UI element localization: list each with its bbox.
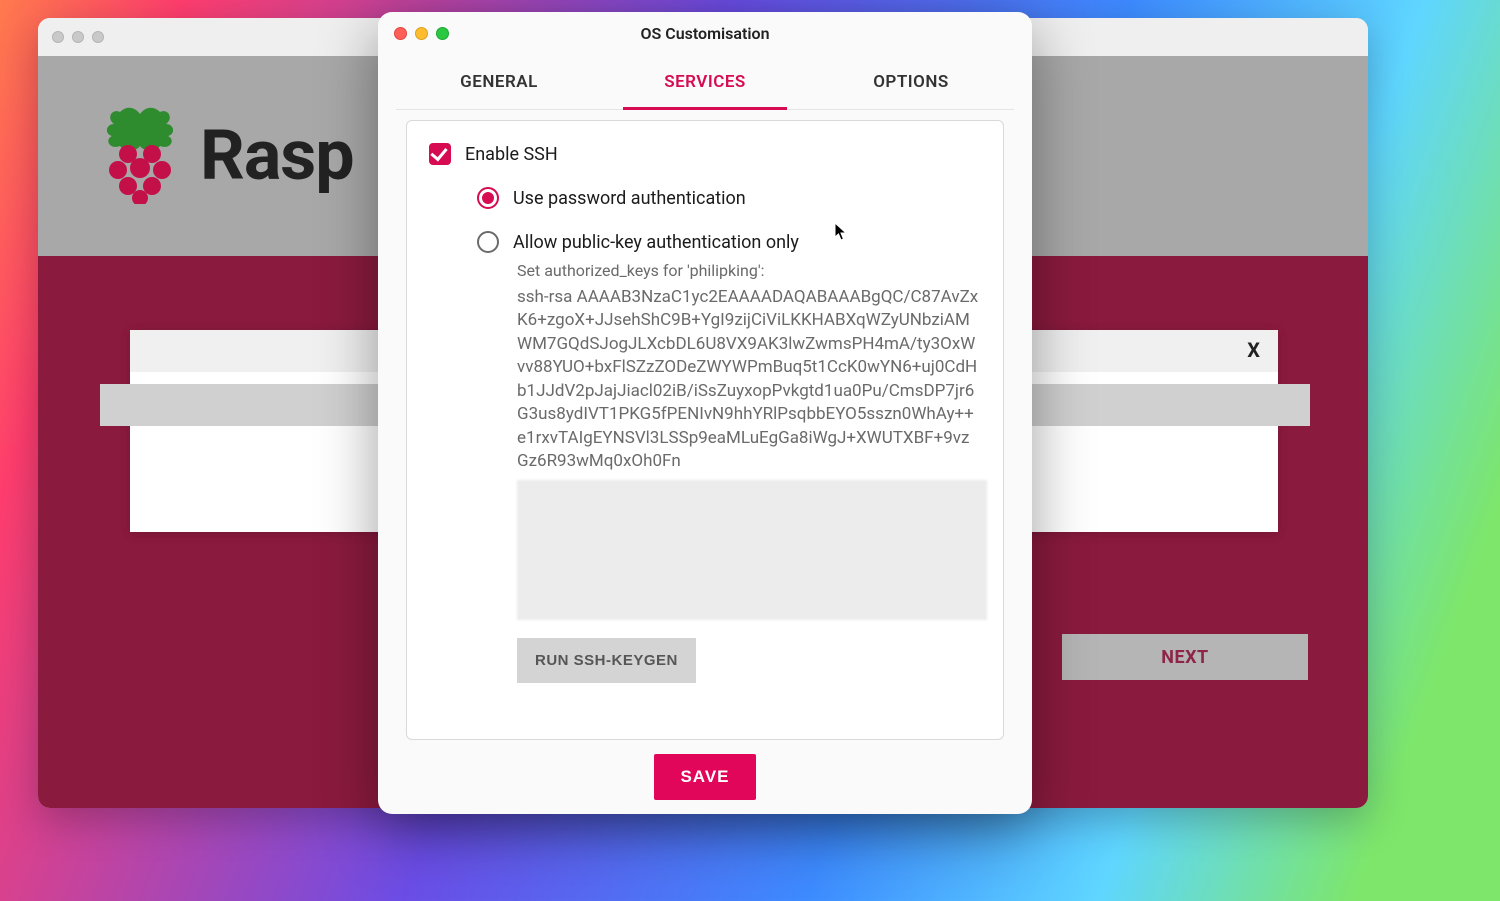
- password-auth-radio[interactable]: [477, 187, 499, 209]
- modal-titlebar: OS Customisation: [378, 12, 1032, 54]
- password-auth-label: Use password authentication: [513, 188, 746, 209]
- authorized-keys-block: Set authorized_keys for 'philipking': ss…: [517, 261, 981, 683]
- next-button[interactable]: NEXT: [1062, 634, 1308, 680]
- bg-traffic-close[interactable]: [52, 31, 64, 43]
- enable-ssh-checkbox[interactable]: [429, 143, 451, 165]
- tab-general-label: GENERAL: [460, 72, 538, 92]
- close-icon[interactable]: X: [1247, 338, 1260, 362]
- tab-options-label: OPTIONS: [873, 72, 949, 92]
- redacted-key-area: [517, 480, 987, 620]
- bg-traffic-min[interactable]: [72, 31, 84, 43]
- os-customisation-dialog: OS Customisation GENERAL SERVICES OPTION…: [378, 12, 1032, 814]
- run-ssh-keygen-button[interactable]: RUN SSH-KEYGEN: [517, 638, 696, 683]
- brand-text: Rasp: [200, 115, 354, 197]
- run-ssh-keygen-label: RUN SSH-KEYGEN: [535, 652, 678, 669]
- tab-general[interactable]: GENERAL: [396, 54, 602, 109]
- publickey-auth-radio[interactable]: [477, 231, 499, 253]
- raspberry-brand: Rasp: [98, 104, 354, 208]
- dialog-footer: SAVE: [378, 740, 1032, 814]
- save-button[interactable]: SAVE: [654, 754, 755, 800]
- dialog-title: OS Customisation: [378, 24, 1032, 43]
- bg-traffic-max[interactable]: [92, 31, 104, 43]
- tab-services-label: SERVICES: [664, 72, 746, 92]
- enable-ssh-row: Enable SSH: [429, 143, 981, 165]
- authorized-keys-caption: Set authorized_keys for 'philipking':: [517, 261, 981, 280]
- raspberry-logo-icon: [98, 104, 182, 208]
- tab-bar: GENERAL SERVICES OPTIONS: [396, 54, 1014, 110]
- ssh-key-text[interactable]: ssh-rsa AAAAB3NzaC1yc2EAAAADAQABAAABgQC/…: [517, 286, 981, 474]
- ssh-auth-radio-group: Use password authentication Allow public…: [477, 187, 981, 253]
- enable-ssh-label: Enable SSH: [465, 144, 558, 165]
- publickey-auth-row: Allow public-key authentication only: [477, 231, 981, 253]
- tab-services[interactable]: SERVICES: [602, 54, 808, 109]
- save-button-label: SAVE: [680, 767, 729, 786]
- publickey-auth-label: Allow public-key authentication only: [513, 232, 799, 253]
- tab-options[interactable]: OPTIONS: [808, 54, 1014, 109]
- redacted-edge-chars: [981, 484, 1004, 604]
- password-auth-row: Use password authentication: [477, 187, 981, 209]
- next-button-label: NEXT: [1161, 647, 1208, 668]
- services-panel: Enable SSH Use password authentication A…: [406, 120, 1004, 740]
